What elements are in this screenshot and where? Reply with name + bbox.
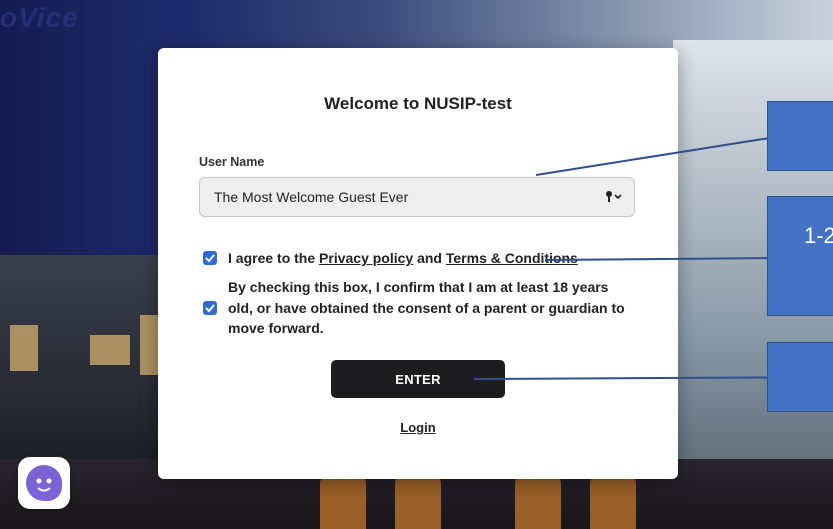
callout-label-2: 1-2	[804, 223, 833, 248]
welcome-modal: Welcome to NUSIP-test User Name I agree …	[158, 48, 678, 479]
user-name-input[interactable]	[199, 177, 635, 217]
login-link[interactable]: Login	[158, 420, 678, 435]
chat-assistant-icon	[26, 465, 62, 501]
age-consent-text: By checking this box, I confirm that I a…	[228, 279, 625, 336]
privacy-checkbox[interactable]	[203, 251, 217, 265]
callout-box-3	[767, 342, 833, 412]
privacy-and: and	[413, 250, 446, 266]
callout-box-2: 1-2	[767, 196, 833, 316]
privacy-consent-text: I agree to the Privacy policy and Terms …	[228, 248, 578, 269]
privacy-policy-link[interactable]: Privacy policy	[319, 250, 413, 266]
modal-title: Welcome to NUSIP-test	[324, 94, 512, 113]
callout-box-1	[767, 101, 833, 171]
age-consent-checkbox[interactable]	[203, 301, 217, 315]
privacy-prefix: I agree to the	[228, 250, 320, 266]
checkmark-icon	[205, 304, 215, 313]
key-dropdown-icon[interactable]	[605, 190, 627, 204]
chat-assistant-button[interactable]	[18, 457, 70, 509]
checkmark-icon	[205, 254, 215, 263]
brand-logo: oVice	[0, 2, 79, 33]
user-name-label: User Name	[199, 155, 265, 169]
